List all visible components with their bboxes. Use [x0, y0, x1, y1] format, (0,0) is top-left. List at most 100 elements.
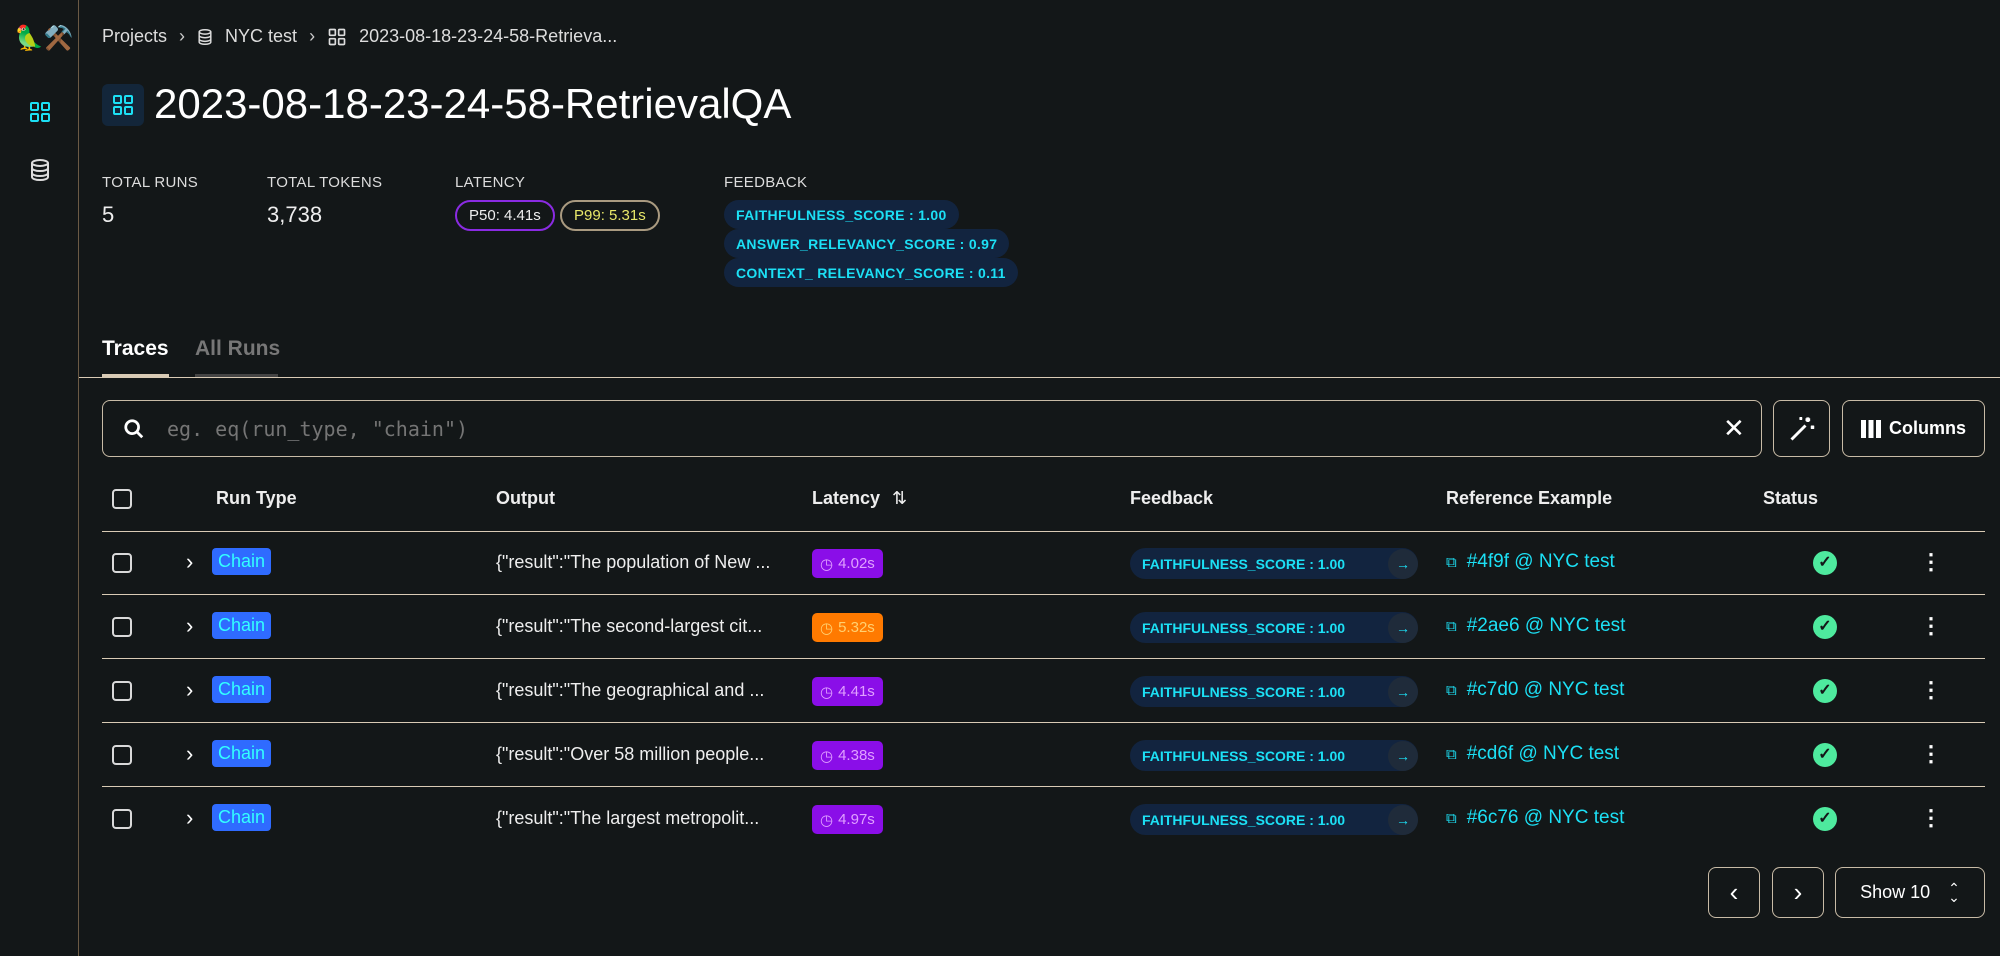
- chevron-left-icon: ‹: [1729, 877, 1739, 907]
- reference-example-link[interactable]: ⧉ #4f9f @ NYC test: [1446, 551, 1615, 573]
- reference-example-link[interactable]: ⧉ #cd6f @ NYC test: [1446, 743, 1619, 765]
- clock-icon: ◷: [820, 747, 834, 765]
- more-options-icon[interactable]: ⋮: [1920, 677, 1942, 703]
- grid-icon: [113, 95, 133, 115]
- divider: [102, 722, 1985, 723]
- magic-wand-icon: [1789, 416, 1814, 441]
- header-status[interactable]: Status: [1763, 488, 1818, 509]
- run-type-badge: Chain: [212, 676, 272, 703]
- page-size-label: Show 10: [1860, 882, 1931, 902]
- feedback-badge[interactable]: FAITHFULNESS_SCORE : 1.00 →: [1130, 804, 1418, 835]
- external-link-icon: ⧉: [1446, 745, 1457, 763]
- feedback-badge: CONTEXT_ RELEVANCY_SCORE : 0.11: [724, 258, 1018, 287]
- header-latency[interactable]: Latency ⇅: [812, 488, 907, 509]
- expand-chevron-icon[interactable]: ›: [186, 613, 193, 639]
- reference-example-link[interactable]: ⧉ #6c76 @ NYC test: [1446, 807, 1624, 829]
- search-icon: [124, 419, 144, 439]
- header-feedback[interactable]: Feedback: [1130, 488, 1213, 509]
- clock-icon: ◷: [820, 619, 834, 637]
- run-type-badge: Chain: [212, 804, 272, 831]
- divider: [102, 658, 1985, 659]
- feedback-badge[interactable]: FAITHFULNESS_SCORE : 1.00 →: [1130, 740, 1418, 771]
- success-status-icon: ✓: [1813, 743, 1837, 767]
- grid-icon: [30, 102, 50, 122]
- divider: [102, 594, 1985, 595]
- expand-chevron-icon[interactable]: ›: [186, 741, 193, 767]
- row-checkbox[interactable]: [112, 681, 132, 701]
- row-checkbox[interactable]: [112, 809, 132, 829]
- header-run-type[interactable]: Run Type: [216, 488, 297, 509]
- output-cell[interactable]: {"result":"The geographical and ...: [496, 680, 764, 701]
- reference-value: #6c76 @ NYC test: [1466, 807, 1625, 828]
- total-tokens-label: TOTAL TOKENS: [267, 174, 383, 191]
- p99-badge: P99: 5.31s: [560, 200, 660, 231]
- total-runs-label: TOTAL RUNS: [102, 174, 199, 191]
- latency-value: 4.02s: [838, 555, 875, 572]
- feedback-badge: FAITHFULNESS_SCORE : 1.00: [724, 200, 959, 229]
- breadcrumb-current: 2023-08-18-23-24-58-Retrieva...: [359, 26, 618, 46]
- feedback-value: FAITHFULNESS_SCORE : 1.00: [1142, 683, 1346, 700]
- breadcrumb-dataset[interactable]: NYC test: [225, 26, 297, 47]
- prev-page-button[interactable]: ‹: [1708, 867, 1760, 918]
- tab-traces[interactable]: Traces: [102, 337, 169, 361]
- feedback-badge[interactable]: FAITHFULNESS_SCORE : 1.00 →: [1130, 612, 1418, 643]
- database-icon: [31, 159, 49, 182]
- external-link-icon: ⧉: [1446, 809, 1457, 827]
- reference-value: #4f9f @ NYC test: [1466, 551, 1615, 572]
- reference-value: #2ae6 @ NYC test: [1466, 615, 1626, 636]
- success-status-icon: ✓: [1813, 807, 1837, 831]
- latency-value: 4.97s: [838, 811, 875, 828]
- row-checkbox[interactable]: [112, 553, 132, 573]
- more-options-icon[interactable]: ⋮: [1920, 741, 1942, 767]
- output-cell[interactable]: {"result":"The largest metropolit...: [496, 808, 759, 829]
- output-cell[interactable]: {"result":"The second-largest cit...: [496, 616, 762, 637]
- sort-icon[interactable]: ⇅: [892, 488, 907, 509]
- logo[interactable]: 🦜⚒️: [14, 24, 74, 53]
- header-reference-example[interactable]: Reference Example: [1446, 488, 1612, 509]
- latency-badge: ◷ 4.02s: [812, 549, 883, 578]
- external-link-icon: ⧉: [1446, 617, 1457, 635]
- row-checkbox[interactable]: [112, 745, 132, 765]
- divider: [102, 531, 1985, 532]
- tab-all-runs[interactable]: All Runs: [195, 337, 280, 361]
- more-options-icon[interactable]: ⋮: [1920, 549, 1942, 575]
- select-all-checkbox[interactable]: [112, 489, 132, 509]
- arrow-right-icon: →: [1388, 676, 1418, 707]
- feedback-value: FAITHFULNESS_SCORE : 1.00: [1142, 811, 1346, 828]
- expand-chevron-icon[interactable]: ›: [186, 805, 193, 831]
- breadcrumb-projects[interactable]: Projects: [102, 26, 167, 47]
- external-link-icon: ⧉: [1446, 553, 1457, 571]
- clock-icon: ◷: [820, 683, 834, 701]
- search-box: ✕: [102, 400, 1762, 457]
- chevron-updown-icon: ⌃ ⌄: [1948, 879, 1960, 905]
- expand-chevron-icon[interactable]: ›: [186, 677, 193, 703]
- page-size-select[interactable]: Show 10 ⌃ ⌄: [1835, 867, 1985, 918]
- clear-icon[interactable]: ✕: [1723, 413, 1745, 444]
- output-cell[interactable]: {"result":"Over 58 million people...: [496, 744, 764, 765]
- latency-value: 5.32s: [838, 619, 875, 636]
- row-checkbox[interactable]: [112, 617, 132, 637]
- more-options-icon[interactable]: ⋮: [1920, 613, 1942, 639]
- feedback-badge[interactable]: FAITHFULNESS_SCORE : 1.00 →: [1130, 548, 1418, 579]
- run-type-badge: Chain: [212, 612, 272, 639]
- sidebar-item-projects[interactable]: [24, 96, 56, 128]
- header-output[interactable]: Output: [496, 488, 555, 509]
- expand-chevron-icon[interactable]: ›: [186, 549, 193, 575]
- arrow-right-icon: →: [1388, 612, 1418, 643]
- reference-example-link[interactable]: ⧉ #c7d0 @ NYC test: [1446, 679, 1624, 701]
- more-options-icon[interactable]: ⋮: [1920, 805, 1942, 831]
- feedback-badge[interactable]: FAITHFULNESS_SCORE : 1.00 →: [1130, 676, 1418, 707]
- next-page-button[interactable]: ›: [1772, 867, 1824, 918]
- header-latency-label: Latency: [812, 488, 881, 508]
- latency-badge: ◷ 4.41s: [812, 677, 883, 706]
- success-status-icon: ✓: [1813, 551, 1837, 575]
- ai-query-button[interactable]: [1773, 400, 1830, 457]
- clock-icon: ◷: [820, 811, 834, 829]
- columns-button[interactable]: Columns: [1842, 400, 1985, 457]
- search-input[interactable]: [167, 411, 1667, 447]
- divider: [79, 377, 2000, 378]
- latency-badge: ◷ 4.97s: [812, 805, 883, 834]
- sidebar-item-datasets[interactable]: [24, 154, 56, 186]
- reference-example-link[interactable]: ⧉ #2ae6 @ NYC test: [1446, 615, 1625, 637]
- output-cell[interactable]: {"result":"The population of New ...: [496, 552, 770, 573]
